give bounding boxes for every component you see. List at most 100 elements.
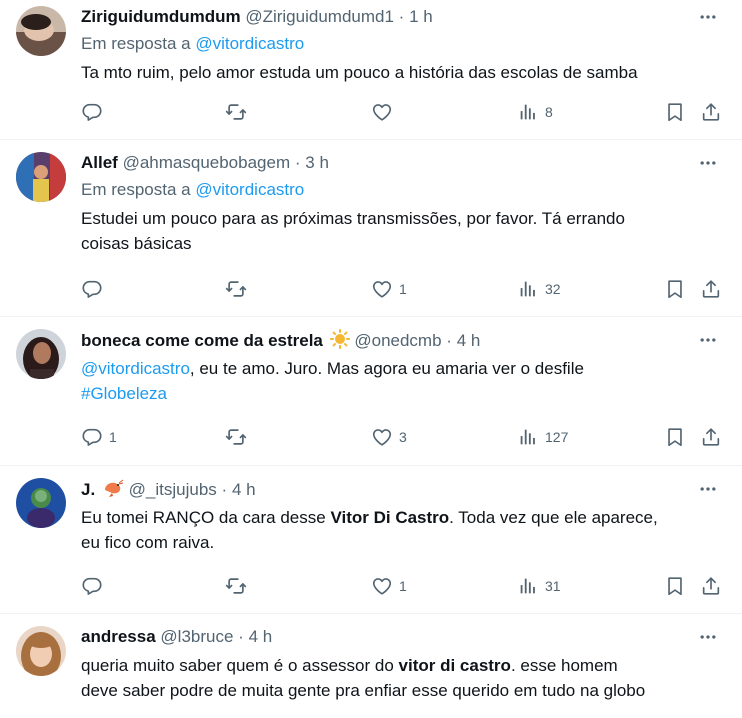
timestamp[interactable]: 4 h bbox=[249, 627, 273, 646]
reply-prefix: Em resposta a bbox=[81, 34, 191, 53]
avatar[interactable] bbox=[16, 6, 66, 56]
avatar[interactable] bbox=[16, 626, 66, 676]
retweet-button[interactable] bbox=[225, 574, 253, 598]
tweet-text-bold: vitor di castro bbox=[398, 656, 511, 675]
views-button[interactable]: 32 bbox=[517, 277, 561, 301]
reply-icon bbox=[81, 101, 103, 123]
reply-prefix: Em resposta a bbox=[81, 180, 191, 199]
views-button[interactable]: 31 bbox=[517, 574, 561, 598]
tweet-text: Ta mto ruim, pelo amor estuda um pouco a… bbox=[81, 63, 638, 82]
views-icon bbox=[517, 278, 539, 300]
like-button[interactable] bbox=[371, 100, 399, 124]
more-icon[interactable] bbox=[694, 626, 722, 648]
action-bar: 1 32 bbox=[81, 277, 726, 301]
more-icon[interactable] bbox=[694, 152, 722, 174]
retweet-icon bbox=[225, 426, 247, 448]
share-button[interactable] bbox=[700, 277, 722, 301]
reply-button[interactable] bbox=[81, 100, 109, 124]
view-count: 8 bbox=[545, 104, 553, 120]
timestamp[interactable]: 4 h bbox=[232, 480, 256, 499]
tweet[interactable]: boneca come come da estrela @onedcmb · 4… bbox=[0, 323, 742, 466]
user-handle[interactable]: @_itsjujubs bbox=[129, 480, 217, 499]
timestamp[interactable]: 1 h bbox=[409, 7, 433, 26]
action-bar: 1 3 127 bbox=[81, 425, 726, 449]
retweet-button[interactable] bbox=[225, 100, 253, 124]
retweet-button[interactable] bbox=[225, 425, 253, 449]
tweet[interactable]: Ziriguidumdumdum @Ziriguidumdumd1 · 1 h … bbox=[0, 0, 742, 140]
display-name[interactable]: andressa bbox=[81, 627, 156, 646]
share-icon bbox=[700, 426, 722, 448]
bookmark-button[interactable] bbox=[664, 277, 686, 301]
avatar[interactable] bbox=[16, 478, 66, 528]
mention-link[interactable]: @vitordicastro bbox=[81, 359, 190, 378]
tweet[interactable]: J. @_itsjujubs · 4 h Eu tomei RANÇO da c… bbox=[0, 472, 742, 614]
view-count: 31 bbox=[545, 578, 561, 594]
tweet-text-line: Estudei um pouco para as próximas transm… bbox=[81, 209, 625, 228]
user-handle[interactable]: @l3bruce bbox=[160, 627, 233, 646]
reply-button[interactable] bbox=[81, 277, 109, 301]
more-icon[interactable] bbox=[694, 478, 722, 500]
user-handle[interactable]: @ahmasquebobagem bbox=[123, 153, 291, 172]
bookmark-icon bbox=[664, 426, 686, 448]
more-icon[interactable] bbox=[694, 6, 722, 28]
reply-to-link[interactable]: @vitordicastro bbox=[195, 180, 304, 199]
bookmark-button[interactable] bbox=[664, 574, 686, 598]
tweet[interactable]: Allef @ahmasquebobagem · 3 h Em resposta… bbox=[0, 146, 742, 317]
like-icon bbox=[371, 278, 393, 300]
user-handle[interactable]: @onedcmb bbox=[354, 331, 441, 350]
view-count: 32 bbox=[545, 281, 561, 297]
views-button[interactable]: 127 bbox=[517, 425, 568, 449]
display-name[interactable]: J. bbox=[81, 480, 95, 499]
like-button[interactable]: 3 bbox=[371, 425, 407, 449]
reply-button[interactable] bbox=[81, 574, 109, 598]
reply-to-link[interactable]: @vitordicastro bbox=[195, 34, 304, 53]
reply-button[interactable]: 1 bbox=[81, 425, 117, 449]
timestamp[interactable]: 4 h bbox=[457, 331, 481, 350]
like-button[interactable]: 1 bbox=[371, 277, 407, 301]
tweet-text-line: coisas básicas bbox=[81, 234, 192, 253]
share-icon bbox=[700, 101, 722, 123]
retweet-button[interactable] bbox=[225, 277, 253, 301]
avatar[interactable] bbox=[16, 152, 66, 202]
tweet-text: Estudei um pouco para as próximas transm… bbox=[81, 206, 726, 256]
like-button[interactable]: 1 bbox=[371, 574, 407, 598]
user-handle[interactable]: @Ziriguidumdumd1 bbox=[245, 7, 394, 26]
view-count: 127 bbox=[545, 429, 569, 445]
tweet-text: queria muito saber quem é o assessor do … bbox=[81, 653, 726, 703]
tweet-text-bold: Vitor Di Castro bbox=[330, 508, 450, 527]
reply-context: Em resposta a @vitordicastro bbox=[81, 33, 726, 55]
retweet-icon bbox=[225, 278, 247, 300]
tweet-text-segment: queria muito saber quem é o assessor do bbox=[81, 656, 399, 675]
reply-count: 1 bbox=[109, 429, 117, 445]
reply-context: Em resposta a @vitordicastro bbox=[81, 179, 726, 201]
display-name[interactable]: Ziriguidumdumdum bbox=[81, 7, 241, 26]
views-icon bbox=[517, 575, 539, 597]
separator-dot: · bbox=[446, 331, 452, 350]
bookmark-button[interactable] bbox=[664, 425, 686, 449]
views-button[interactable]: 8 bbox=[517, 100, 553, 124]
action-bar: 1 31 bbox=[81, 574, 726, 598]
hashtag-link[interactable]: #Globeleza bbox=[81, 384, 167, 403]
share-button[interactable] bbox=[700, 574, 722, 598]
retweet-icon bbox=[225, 575, 247, 597]
shrimp-emoji bbox=[102, 478, 124, 504]
more-icon[interactable] bbox=[694, 329, 722, 351]
like-count: 1 bbox=[399, 281, 407, 297]
action-bar: 8 bbox=[81, 100, 726, 124]
reply-icon bbox=[81, 426, 103, 448]
tweet-text: Eu tomei RANÇO da cara desse Vitor Di Ca… bbox=[81, 505, 726, 555]
timestamp[interactable]: 3 h bbox=[305, 153, 329, 172]
bookmark-icon bbox=[664, 101, 686, 123]
share-button[interactable] bbox=[700, 425, 722, 449]
tweet-text: @vitordicastro, eu te amo. Juro. Mas ago… bbox=[81, 356, 726, 406]
tweet-text-segment: Eu tomei RANÇO da cara desse bbox=[81, 508, 331, 527]
avatar[interactable] bbox=[16, 329, 66, 379]
separator-dot: · bbox=[398, 7, 405, 26]
display-name[interactable]: Allef bbox=[81, 153, 118, 172]
reply-icon bbox=[81, 575, 103, 597]
sun-emoji bbox=[329, 329, 350, 355]
display-name[interactable]: boneca come come da estrela bbox=[81, 331, 323, 350]
share-button[interactable] bbox=[700, 100, 722, 124]
tweet[interactable]: andressa @l3bruce · 4 h queria muito sab… bbox=[0, 620, 742, 718]
bookmark-button[interactable] bbox=[664, 100, 686, 124]
